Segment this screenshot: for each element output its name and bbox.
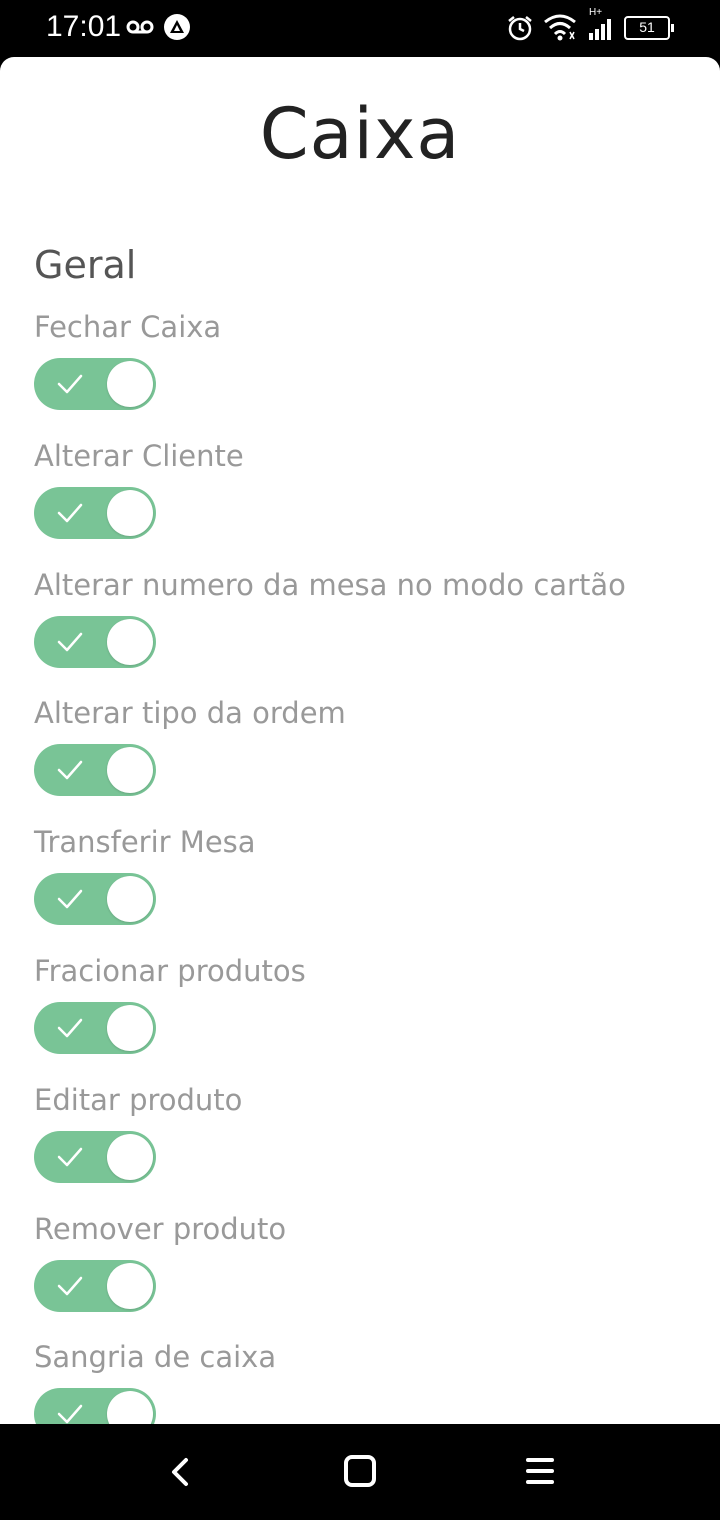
setting-toggle[interactable] <box>34 1259 156 1312</box>
network-type-label: H+ <box>589 7 603 18</box>
setting-toggle[interactable] <box>34 358 156 410</box>
battery-tip <box>671 24 674 32</box>
toggle-knob <box>107 1005 153 1051</box>
checkmark-icon <box>57 374 83 394</box>
setting-toggle[interactable] <box>34 1130 156 1183</box>
setting-label: Fracionar produtos <box>34 954 306 988</box>
setting-label: Transferir Mesa <box>34 825 256 860</box>
toggle-knob <box>107 747 153 794</box>
toggle-knob <box>107 1262 153 1309</box>
checkmark-icon <box>57 503 83 523</box>
menu-button[interactable] <box>518 1452 562 1492</box>
home-button[interactable] <box>338 1452 382 1492</box>
toggle-knob <box>107 876 153 923</box>
setting-label: Editar produto <box>34 1082 243 1117</box>
setting-toggle[interactable] <box>34 1002 156 1054</box>
cell-signal-icon <box>589 19 611 40</box>
setting-label: Alterar tipo da ordem <box>34 696 346 731</box>
setting-row: Editar produto <box>34 1083 684 1211</box>
checkmark-icon <box>57 889 83 909</box>
setting-row: Transferir Mesa <box>34 825 684 953</box>
status-time: 17:01 <box>46 10 122 43</box>
setting-label: Sangria de caixa <box>34 1340 277 1375</box>
battery-level: 51 <box>639 19 655 35</box>
toggle-knob <box>107 618 153 665</box>
setting-row: Alterar numero da mesa no modo cartão <box>34 568 684 696</box>
status-bar: 17:01 H+ 51 <box>0 0 720 56</box>
battery-icon: 51 <box>624 16 670 40</box>
setting-row: Sangria de caixa <box>34 1340 684 1424</box>
navigation-bar <box>0 1424 720 1520</box>
page-title: Caixa <box>259 93 461 175</box>
toggle-knob <box>107 361 153 407</box>
setting-label: Alterar numero da mesa no modo cartão <box>34 567 626 602</box>
setting-label: Remover produto <box>34 1211 287 1246</box>
checkmark-icon <box>57 1405 83 1424</box>
setting-row: Alterar Cliente <box>34 439 684 567</box>
setting-label: Fechar Caixa <box>34 310 222 344</box>
setting-toggle[interactable] <box>34 1388 156 1424</box>
checkmark-icon <box>57 1276 83 1295</box>
toggle-knob <box>107 1133 153 1180</box>
setting-toggle[interactable] <box>34 744 156 797</box>
menu-icon <box>526 1458 554 1484</box>
alarm-icon <box>508 16 532 41</box>
setting-row: Alterar tipo da ordem <box>34 696 684 824</box>
back-button[interactable] <box>158 1452 202 1492</box>
voicemail-icon <box>126 20 154 34</box>
setting-row: Fracionar produtos <box>34 954 684 1082</box>
home-icon <box>344 1455 376 1487</box>
app-notification-icon <box>164 14 190 40</box>
checkmark-icon <box>57 1018 83 1038</box>
section-title: Geral <box>34 243 137 287</box>
setting-label: Alterar Cliente <box>34 438 244 473</box>
checkmark-icon <box>57 1147 83 1167</box>
settings-sheet: Caixa Geral Fechar Caixa Alterar Cliente A… <box>0 57 720 1424</box>
toggle-knob <box>107 1391 153 1424</box>
setting-toggle[interactable] <box>34 873 156 926</box>
back-icon <box>172 1458 188 1486</box>
checkmark-icon <box>57 632 83 651</box>
setting-toggle[interactable] <box>34 486 156 539</box>
setting-row: Fechar Caixa <box>34 310 684 438</box>
wifi-icon <box>544 14 576 41</box>
checkmark-icon <box>57 761 83 780</box>
setting-toggle[interactable] <box>34 615 156 668</box>
setting-row: Remover produto <box>34 1212 684 1340</box>
toggle-knob <box>107 489 153 536</box>
